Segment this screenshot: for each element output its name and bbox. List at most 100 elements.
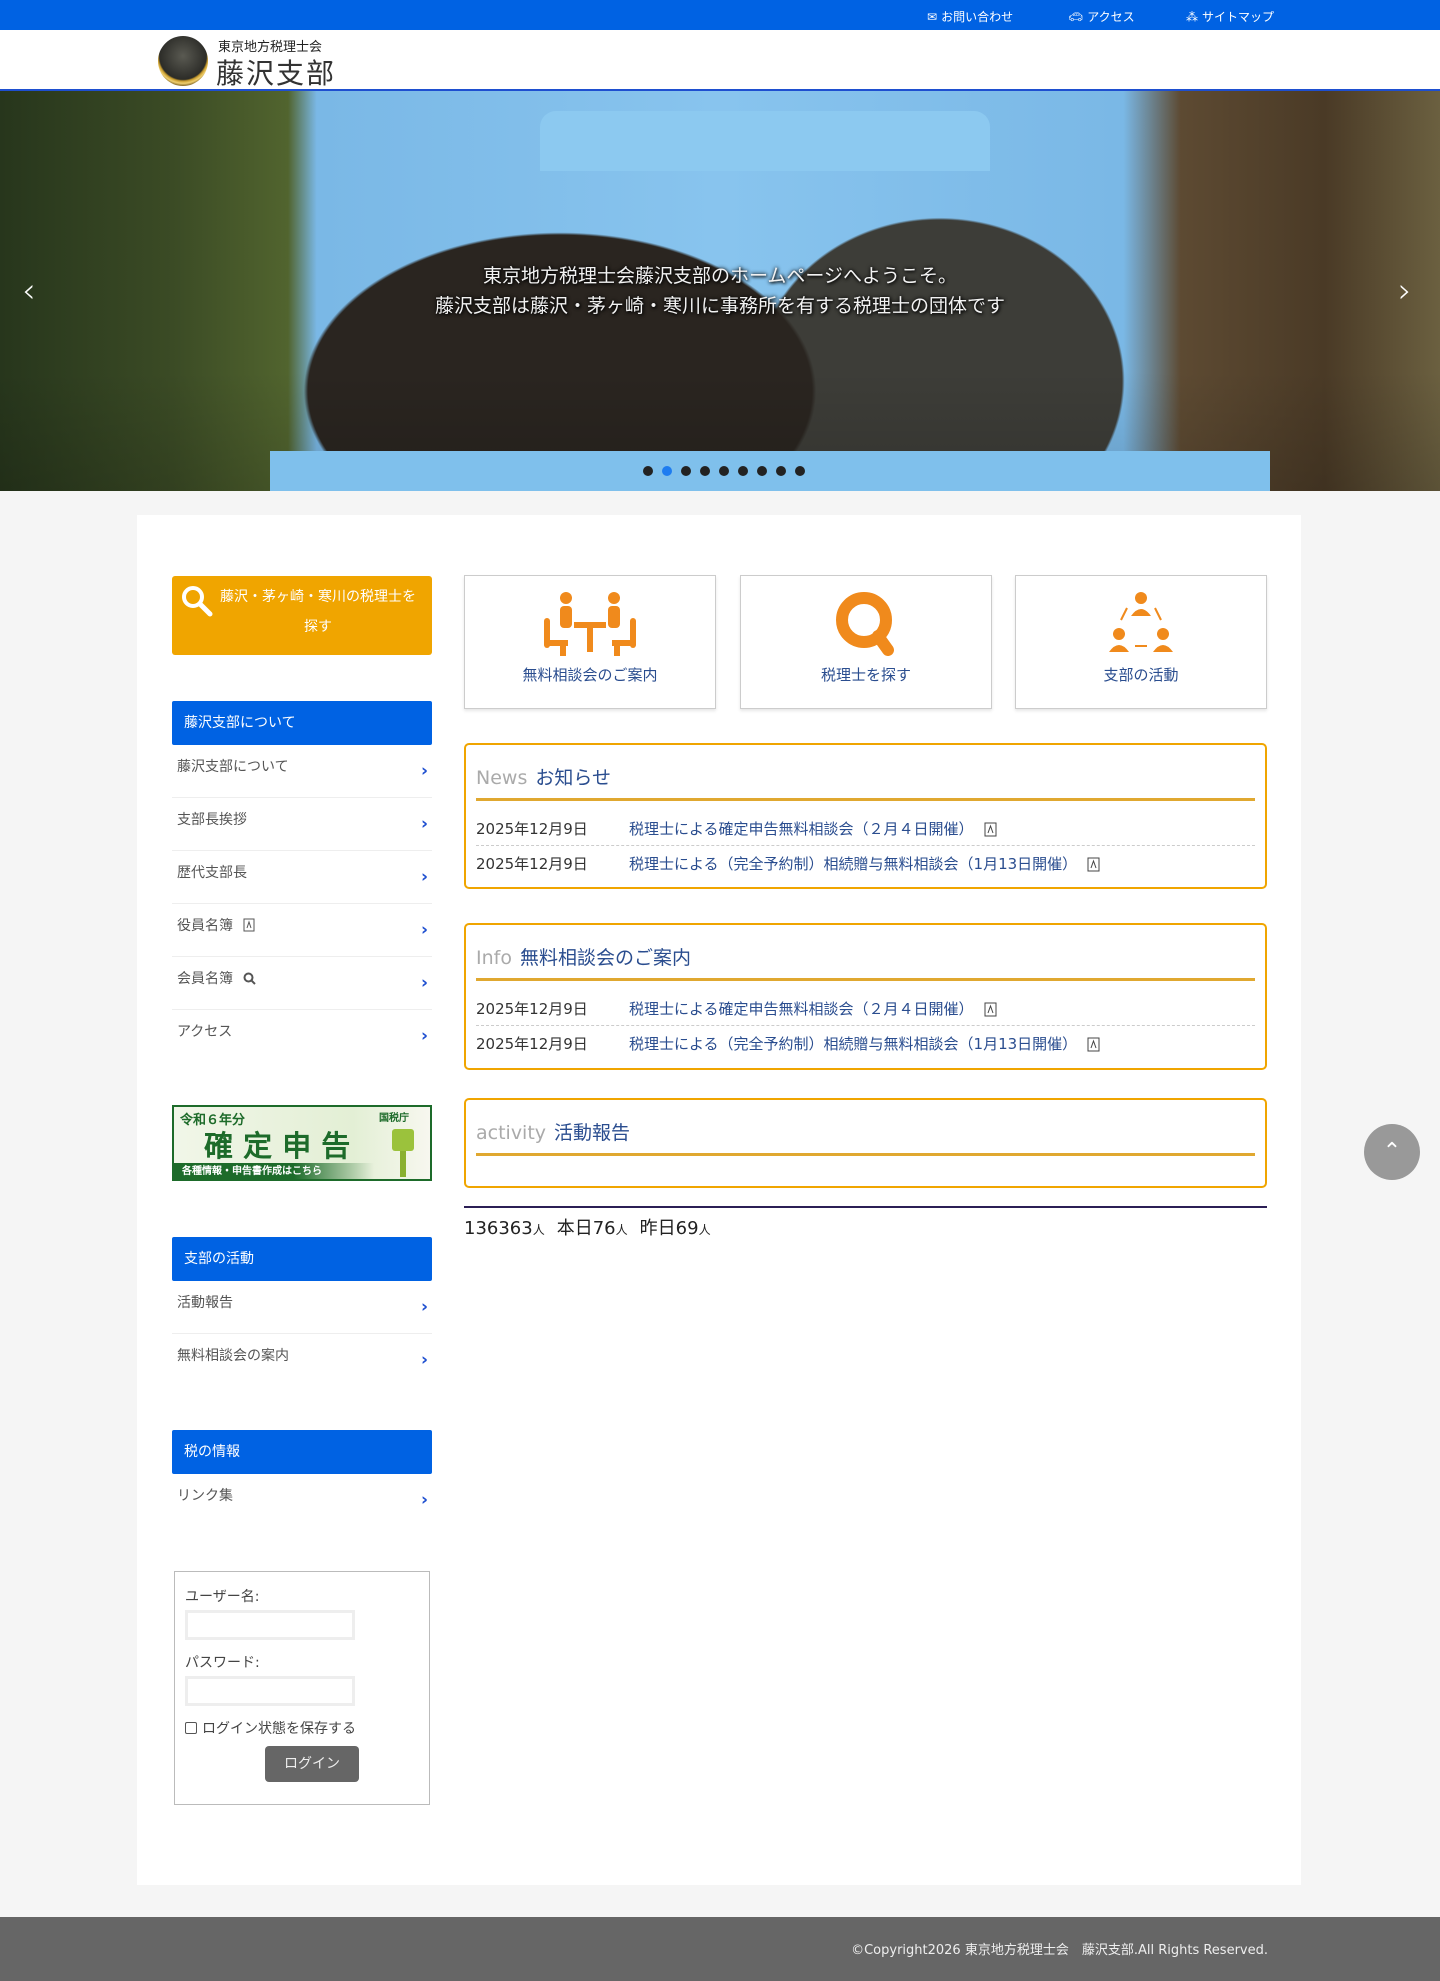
access-link[interactable]: 🚗︎ アクセス	[1068, 8, 1135, 25]
username-input[interactable]	[185, 1610, 355, 1640]
hero-image	[540, 111, 990, 171]
sidebar-heading-about: 藤沢支部について	[172, 701, 432, 745]
card-label: 税理士を探す	[820, 666, 911, 684]
mascot-body	[400, 1151, 406, 1177]
remember-label: ログイン状態を保存する	[202, 1721, 356, 1737]
scroll-to-top-button[interactable]: ⌃	[1364, 1124, 1420, 1180]
sidebar-item-activity-report[interactable]: 活動報告 ›	[172, 1281, 432, 1334]
counter-yesterday: 昨日69	[639, 1218, 699, 1239]
news-item[interactable]: 2025年12月9日 税理士による確定申告無料相談会（２月４日開催）	[476, 811, 1255, 845]
sidebar-item-officers[interactable]: 役員名簿 ›	[172, 904, 432, 957]
activity-title: activity 活動報告	[476, 1118, 1255, 1156]
sidebar-item-greeting[interactable]: 支部長挨拶 ›	[172, 798, 432, 851]
hero-caption-2: 藤沢支部は藤沢・茅ヶ崎・寒川に事務所を有する税理士の団体です	[434, 295, 1005, 317]
banner-title: 確 定 申 告	[204, 1129, 351, 1163]
item-label: 無料相談会の案内	[177, 1348, 289, 1364]
news-item[interactable]: 2025年12月9日 税理士による（完全予約制）相続贈与無料相談会（1月13日開催…	[476, 845, 1255, 879]
carousel-dot[interactable]	[681, 466, 691, 476]
item-label: 藤沢支部について	[177, 759, 289, 775]
footer: ©Copyright2026 東京地方税理士会 藤沢支部.All Rights …	[0, 1917, 1440, 1981]
contact-link[interactable]: ✉ お問い合わせ	[927, 8, 1013, 25]
group-cycle-icon	[1109, 592, 1173, 652]
item-label: 歴代支部長	[177, 865, 247, 881]
sidebar-item-members[interactable]: 会員名簿 ›	[172, 957, 432, 1010]
logo-seal[interactable]	[158, 36, 208, 86]
sidebar-item-access[interactable]: アクセス ›	[172, 1010, 432, 1063]
contact-label: お問い合わせ	[941, 10, 1014, 24]
item-title[interactable]: 税理士による（完全予約制）相続贈与無料相談会（1月13日開催）	[629, 846, 1077, 879]
chevron-right-icon: ›	[420, 973, 428, 993]
carousel-dot[interactable]	[643, 466, 653, 476]
remember-checkbox[interactable]	[185, 1722, 197, 1734]
carousel-dot[interactable]	[719, 466, 729, 476]
item-title[interactable]: 税理士による（完全予約制）相続贈与無料相談会（1月13日開催）	[629, 1026, 1077, 1059]
branch-name[interactable]: 藤沢支部	[216, 52, 336, 92]
hero-caption-1: 東京地方税理士会藤沢支部のホームページへようこそ。	[482, 265, 958, 287]
tax-return-banner[interactable]: 令和６年分 確 定 申 告 各種情報・申告書作成はこちら 国税庁	[172, 1105, 432, 1181]
top-bar: ✉ お問い合わせ 🚗︎ アクセス ⁂ サイトマップ	[0, 0, 1440, 30]
banner-subtitle: 各種情報・申告書作成はこちら	[174, 1163, 374, 1179]
visitor-counter: 136363人 本日76人 昨日69人	[464, 1214, 723, 1240]
password-input[interactable]	[185, 1676, 355, 1706]
chevron-right-icon: ›	[420, 814, 428, 834]
sidebar-heading-activity: 支部の活動	[172, 1237, 432, 1281]
info-item[interactable]: 2025年12月9日 税理士による確定申告無料相談会（２月４日開催）	[476, 991, 1255, 1025]
carousel-dot[interactable]	[700, 466, 710, 476]
pdf-icon[interactable]	[1087, 1037, 1100, 1052]
card-label: 無料相談会のご案内	[522, 666, 658, 684]
item-title[interactable]: 税理士による確定申告無料相談会（２月４日開催）	[629, 811, 974, 845]
sitemap-label: サイトマップ	[1202, 10, 1275, 24]
chevron-right-icon: ›	[420, 1297, 428, 1317]
title-jp: 無料相談会のご案内	[519, 947, 691, 969]
carousel-dot[interactable]	[776, 466, 786, 476]
find-tax-accountant-button[interactable]: 藤沢・茅ヶ崎・寒川の税理士を探す	[172, 576, 432, 655]
activity-box: activity 活動報告	[464, 1098, 1267, 1188]
item-date: 2025年12月9日	[476, 1035, 588, 1053]
find-button-label: 藤沢・茅ヶ崎・寒川の税理士を探す	[220, 589, 416, 635]
card-consultation[interactable]: 無料相談会のご案内	[464, 575, 716, 709]
item-title[interactable]: 税理士による確定申告無料相談会（２月４日開催）	[629, 991, 974, 1025]
sitemap-icon: ⁂	[1186, 9, 1198, 24]
pdf-icon	[243, 918, 255, 932]
carousel-dot[interactable]	[795, 466, 805, 476]
pdf-icon[interactable]	[984, 822, 997, 837]
info-box: Info 無料相談会のご案内 2025年12月9日 税理士による確定申告無料相談会（…	[464, 923, 1267, 1070]
counter-today: 本日76	[556, 1218, 616, 1239]
carousel-dot[interactable]	[662, 466, 672, 476]
card-activities[interactable]: 支部の活動	[1015, 575, 1267, 709]
sitemap-link[interactable]: ⁂ サイトマップ	[1186, 8, 1274, 25]
card-find-accountant[interactable]: 税理士を探す	[740, 575, 992, 709]
search-icon	[243, 972, 256, 985]
title-en: News	[476, 767, 528, 789]
counter-unit: 人	[532, 1223, 545, 1237]
counter-total: 136363	[464, 1218, 533, 1239]
item-date: 2025年12月9日	[476, 820, 588, 838]
chevron-right-icon: ›	[420, 920, 428, 940]
pdf-icon[interactable]	[1087, 857, 1100, 872]
title-jp: お知らせ	[535, 767, 611, 789]
prev-arrow-icon[interactable]: ‹	[22, 271, 36, 311]
carousel-dot[interactable]	[757, 466, 767, 476]
meeting-icon	[544, 592, 636, 656]
item-date: 2025年12月9日	[476, 1000, 588, 1018]
info-item[interactable]: 2025年12月9日 税理士による（完全予約制）相続贈与無料相談会（1月13日開催…	[476, 1025, 1255, 1059]
sidebar-item-links[interactable]: リンク集 ›	[172, 1474, 432, 1527]
sidebar-heading-tax-info: 税の情報	[172, 1430, 432, 1474]
sidebar-item-consultation[interactable]: 無料相談会の案内 ›	[172, 1334, 432, 1387]
item-label: 役員名簿	[177, 918, 233, 934]
password-label: パスワード:	[185, 1655, 260, 1671]
pdf-icon[interactable]	[984, 1002, 997, 1017]
login-button[interactable]: ログイン	[265, 1746, 359, 1782]
carousel-dot[interactable]	[738, 466, 748, 476]
next-arrow-icon[interactable]: ›	[1398, 271, 1412, 311]
sidebar-item-past-heads[interactable]: 歴代支部長 ›	[172, 851, 432, 904]
item-label: 活動報告	[177, 1295, 233, 1311]
sidebar-item-about[interactable]: 藤沢支部について ›	[172, 745, 432, 798]
chevron-right-icon: ›	[420, 1026, 428, 1046]
hero-carousel: 東京地方税理士会藤沢支部のホームページへようこそ。 藤沢支部は藤沢・茅ヶ崎・寒川…	[0, 91, 1440, 491]
banner-agency: 国税庁	[379, 1113, 409, 1124]
access-label: アクセス	[1087, 10, 1135, 24]
chevron-up-icon: ⌃	[1382, 1139, 1402, 1164]
item-date: 2025年12月9日	[476, 855, 588, 873]
search-icon	[836, 592, 894, 656]
